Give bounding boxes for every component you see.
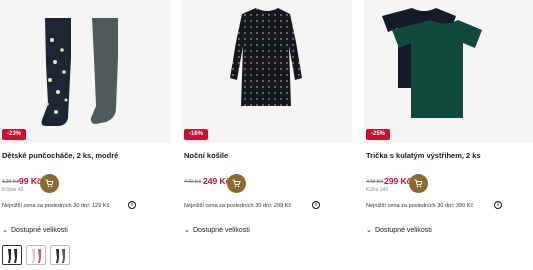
available-sizes-toggle[interactable]: ⌄ Dostupné velikosti — [366, 226, 432, 234]
product-title[interactable]: Dětské punčocháče, 2 ks, modré — [2, 151, 118, 160]
color-variant-thumb[interactable] — [2, 245, 22, 265]
product-title[interactable]: Noční košile — [184, 151, 228, 160]
lowest-price-note: Nejnižší cena za posledních 30 dní: 129 … — [2, 203, 110, 209]
new-price: 299 Kč — [384, 176, 412, 186]
discount-badge: -25% — [366, 129, 391, 140]
product-card[interactable]: -25% Trička s kulatým výstřihem, 2 ks 44… — [364, 0, 533, 270]
add-to-cart-button[interactable] — [227, 174, 246, 193]
info-icon[interactable]: i — [312, 201, 320, 209]
shopping-cart-icon — [414, 179, 423, 188]
old-price: 449 Kč — [366, 179, 384, 185]
chevron-down-icon: ⌄ — [2, 227, 8, 234]
lowest-price-note: Nejnižší cena za posledních 30 dní: 299 … — [184, 203, 292, 209]
discount-badge: -16% — [184, 129, 209, 140]
shopping-cart-icon — [232, 179, 241, 188]
lowest-price-note: Nejnižší cena za posledních 30 dní: 399 … — [366, 203, 474, 209]
available-sizes-toggle[interactable]: ⌄ Dostupné velikosti — [2, 226, 68, 234]
available-sizes-toggle[interactable]: ⌄ Dostupné velikosti — [184, 226, 250, 234]
color-variant-thumb[interactable] — [50, 245, 70, 265]
add-to-cart-button[interactable] — [409, 174, 428, 193]
unit-price: Kč/pár 49 — [2, 187, 24, 193]
product-title[interactable]: Trička s kulatým výstřihem, 2 ks — [366, 151, 481, 160]
old-price: 440 Kč — [184, 179, 202, 185]
new-price: 99 Kč — [19, 176, 42, 186]
add-to-cart-button[interactable] — [40, 174, 59, 193]
discount-badge: -23% — [2, 129, 27, 140]
product-card[interactable]: -23% Dětské punčocháče, 2 ks, modré 129 … — [0, 0, 170, 270]
product-card[interactable]: -16% Noční košile 440 Kč 249 Kč Nejnižší… — [182, 0, 352, 270]
product-image[interactable]: -16% — [182, 0, 352, 143]
shopping-cart-icon — [45, 179, 54, 188]
info-icon[interactable]: i — [128, 201, 136, 209]
available-sizes-label: Dostupné velikosti — [193, 227, 250, 234]
product-image[interactable]: -23% — [0, 0, 170, 143]
chevron-down-icon: ⌄ — [184, 227, 190, 234]
product-grid: -23% Dětské punčocháče, 2 ks, modré 129 … — [0, 0, 533, 270]
product-image[interactable]: -25% — [364, 0, 533, 143]
info-icon[interactable]: i — [494, 201, 502, 209]
color-variant-thumb[interactable] — [26, 245, 46, 265]
available-sizes-label: Dostupné velikosti — [11, 227, 68, 234]
unit-price: Kč/ks 149 — [366, 187, 388, 193]
available-sizes-label: Dostupné velikosti — [375, 227, 432, 234]
old-price: 129 Kč — [2, 179, 20, 185]
chevron-down-icon: ⌄ — [366, 227, 372, 234]
